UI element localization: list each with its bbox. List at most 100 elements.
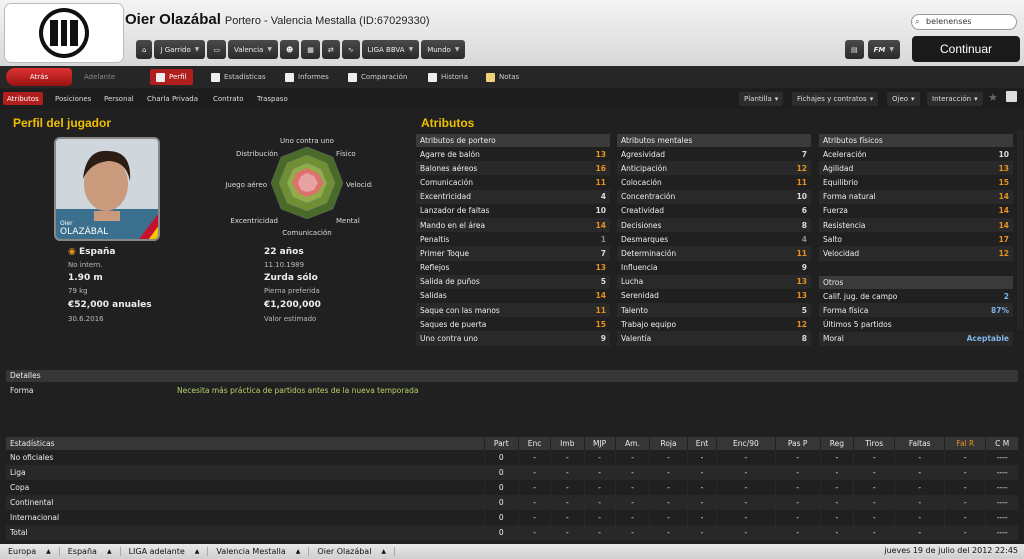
attribute-row[interactable]: Trabajo equipo 12 xyxy=(617,317,811,331)
attribute-row[interactable]: Forma natural 14 xyxy=(819,189,1013,204)
attribute-row[interactable]: Fuerza 14 xyxy=(819,204,1013,218)
transfers-button[interactable]: ⇄ xyxy=(321,40,340,59)
attribute-row[interactable]: Reflejos 13 xyxy=(416,261,610,275)
interaction-dropdown[interactable]: Interacción ▾ xyxy=(927,92,983,106)
attribute-row[interactable]: Comunicación 11 xyxy=(416,175,610,189)
search-box[interactable]: ⌕ belenenses xyxy=(911,14,1017,30)
club-logo[interactable] xyxy=(4,3,124,63)
attribute-row[interactable]: Uno contra uno 9 xyxy=(416,331,610,346)
attribute-row[interactable]: Resistencia 14 xyxy=(819,217,1013,233)
attribute-row[interactable]: Mando en el área 14 xyxy=(416,217,610,233)
stats-column-header[interactable]: Roja xyxy=(649,437,688,450)
home-button[interactable]: ⌂ xyxy=(136,40,153,59)
stats-column-header[interactable]: C M xyxy=(985,437,1018,450)
attribute-row[interactable]: Penaltis 1 xyxy=(416,232,610,246)
stats-column-header[interactable]: Part xyxy=(483,437,519,450)
attribute-row[interactable]: Salto 17 xyxy=(819,232,1013,246)
stats-column-header[interactable]: Fal R xyxy=(944,437,986,450)
attribute-row[interactable]: Creatividad 6 xyxy=(617,204,811,218)
stats-column-header[interactable]: Pas P xyxy=(774,437,821,450)
scout-dropdown[interactable]: Ojeo ▾ xyxy=(887,92,920,106)
forward-button[interactable]: Adelante xyxy=(78,69,121,85)
attribute-name: Serenidad xyxy=(621,291,659,301)
nav-club[interactable]: Valencia ▼ xyxy=(228,40,278,59)
attribute-row[interactable]: Anticipación 12 xyxy=(617,161,811,176)
tab-notas[interactable]: Notas xyxy=(480,69,525,85)
notes-button[interactable]: ▤ xyxy=(845,40,864,59)
tab-perfil[interactable]: Perfil xyxy=(150,69,193,85)
attribute-row[interactable]: Influencia 9 xyxy=(617,261,811,275)
attribute-row[interactable]: Primer Toque 7 xyxy=(416,246,610,261)
finance-button[interactable]: ∿ xyxy=(341,40,360,59)
stats-column-header[interactable]: Faltas xyxy=(894,437,945,450)
attribute-row[interactable]: Forma física 87% xyxy=(819,303,1013,318)
attribute-row[interactable]: Velocidad 12 xyxy=(819,246,1013,261)
stats-cell: Total xyxy=(6,525,484,540)
shortlist-star-icon[interactable]: ★ xyxy=(988,91,998,104)
stats-column-header[interactable]: Imb xyxy=(550,437,585,450)
nav-manager[interactable]: J Garrido ▼ xyxy=(154,40,206,59)
tab-historia[interactable]: Historia xyxy=(422,69,474,85)
attribute-row[interactable]: Moral Aceptable xyxy=(819,331,1013,346)
subtab-contrato[interactable]: Contrato xyxy=(209,92,248,105)
attribute-row[interactable]: Talento 5 xyxy=(617,303,811,318)
tab-comparacion[interactable]: Comparación xyxy=(342,69,413,85)
attribute-row[interactable]: Determinación 11 xyxy=(617,246,811,261)
breadcrumb-item[interactable]: Europa ▲ xyxy=(0,547,60,556)
transfers-dropdown[interactable]: Fichajes y contratos ▾ xyxy=(792,92,879,106)
nav-league[interactable]: LIGA BBVA ▼ xyxy=(361,40,420,59)
back-button[interactable]: Atrás xyxy=(6,68,72,86)
breadcrumb-item[interactable]: España ▲ xyxy=(60,547,121,556)
stats-cell: ---- xyxy=(985,450,1018,465)
breadcrumb-item[interactable]: Valencia Mestalla ▲ xyxy=(208,547,310,556)
attribute-row[interactable]: Excentricidad 4 xyxy=(416,189,610,204)
scrollbar[interactable] xyxy=(1017,130,1023,330)
attribute-row[interactable]: Saque con las manos 11 xyxy=(416,303,610,318)
stats-column-header[interactable]: Reg xyxy=(819,437,854,450)
stats-column-header[interactable]: Tiros xyxy=(853,437,895,450)
stats-column-header[interactable]: Enc xyxy=(518,437,551,450)
inbox-button[interactable]: ▭ xyxy=(207,40,227,59)
subtab-posiciones[interactable]: Posiciones xyxy=(51,92,95,105)
stats-column-header[interactable]: Ent xyxy=(686,437,717,450)
attribute-row[interactable]: Aceleración 10 xyxy=(819,147,1013,161)
tab-informes[interactable]: Informes xyxy=(279,69,335,85)
attribute-row[interactable]: Balones aéreos 16 xyxy=(416,161,610,176)
subtab-charla-privada[interactable]: Charla Privada xyxy=(143,92,202,105)
tactics-button[interactable]: ▦ xyxy=(301,40,320,59)
fm-menu-button[interactable]: FM ▼ xyxy=(867,40,900,59)
attribute-row[interactable]: Equilibrio 15 xyxy=(819,175,1013,189)
attribute-value: 12 xyxy=(796,319,807,329)
subtab-atributos[interactable]: Atributos xyxy=(3,92,43,105)
attribute-row[interactable]: Agarre de balón 13 xyxy=(416,147,610,161)
attribute-row[interactable]: Agresividad 7 xyxy=(617,147,811,161)
attribute-row[interactable]: Colocación 11 xyxy=(617,175,811,189)
continue-button[interactable]: Continuar xyxy=(912,36,1020,62)
attribute-row[interactable]: Desmarques 4 xyxy=(617,232,811,246)
subtab-personal[interactable]: Personal xyxy=(100,92,138,105)
stats-column-header[interactable]: Am. xyxy=(614,437,650,450)
attribute-row[interactable]: Serenidad 13 xyxy=(617,289,811,303)
attribute-row[interactable]: Calif. jug. de campo 2 xyxy=(819,289,1013,303)
attribute-row[interactable]: Saques de puerta 15 xyxy=(416,317,610,331)
attribute-row[interactable]: Salida de puños 5 xyxy=(416,274,610,289)
nav-world[interactable]: Mundo ▼ xyxy=(421,40,466,59)
attribute-row[interactable]: Lanzador de faltas 10 xyxy=(416,204,610,218)
attribute-row[interactable]: Concentración 10 xyxy=(617,189,811,204)
print-icon[interactable] xyxy=(1006,91,1017,102)
tab-estadisticas[interactable]: Estadísticas xyxy=(205,69,272,85)
squad-button[interactable]: ☻ xyxy=(279,40,300,59)
stats-column-header[interactable]: MJP xyxy=(583,437,616,450)
attribute-row[interactable]: Lucha 13 xyxy=(617,274,811,289)
breadcrumb-item[interactable]: LIGA adelante ▲ xyxy=(121,547,209,556)
attribute-row[interactable]: Valentía 8 xyxy=(617,331,811,346)
attribute-row[interactable]: Decisiones 8 xyxy=(617,217,811,233)
stats-column-header[interactable]: Enc/90 xyxy=(716,437,776,450)
subtab-traspaso[interactable]: Traspaso xyxy=(253,92,292,105)
breadcrumb-item[interactable]: Oier Olazábal ▲ xyxy=(309,547,396,556)
form-row: Forma Necesita más práctica de partidos a… xyxy=(6,384,1018,397)
attribute-row[interactable]: Agilidad 13 xyxy=(819,161,1013,176)
squad-dropdown[interactable]: Plantilla ▾ xyxy=(739,92,784,106)
attribute-row[interactable]: Salidas 14 xyxy=(416,289,610,303)
attribute-row[interactable]: Últimos 5 partidos xyxy=(819,317,1013,331)
